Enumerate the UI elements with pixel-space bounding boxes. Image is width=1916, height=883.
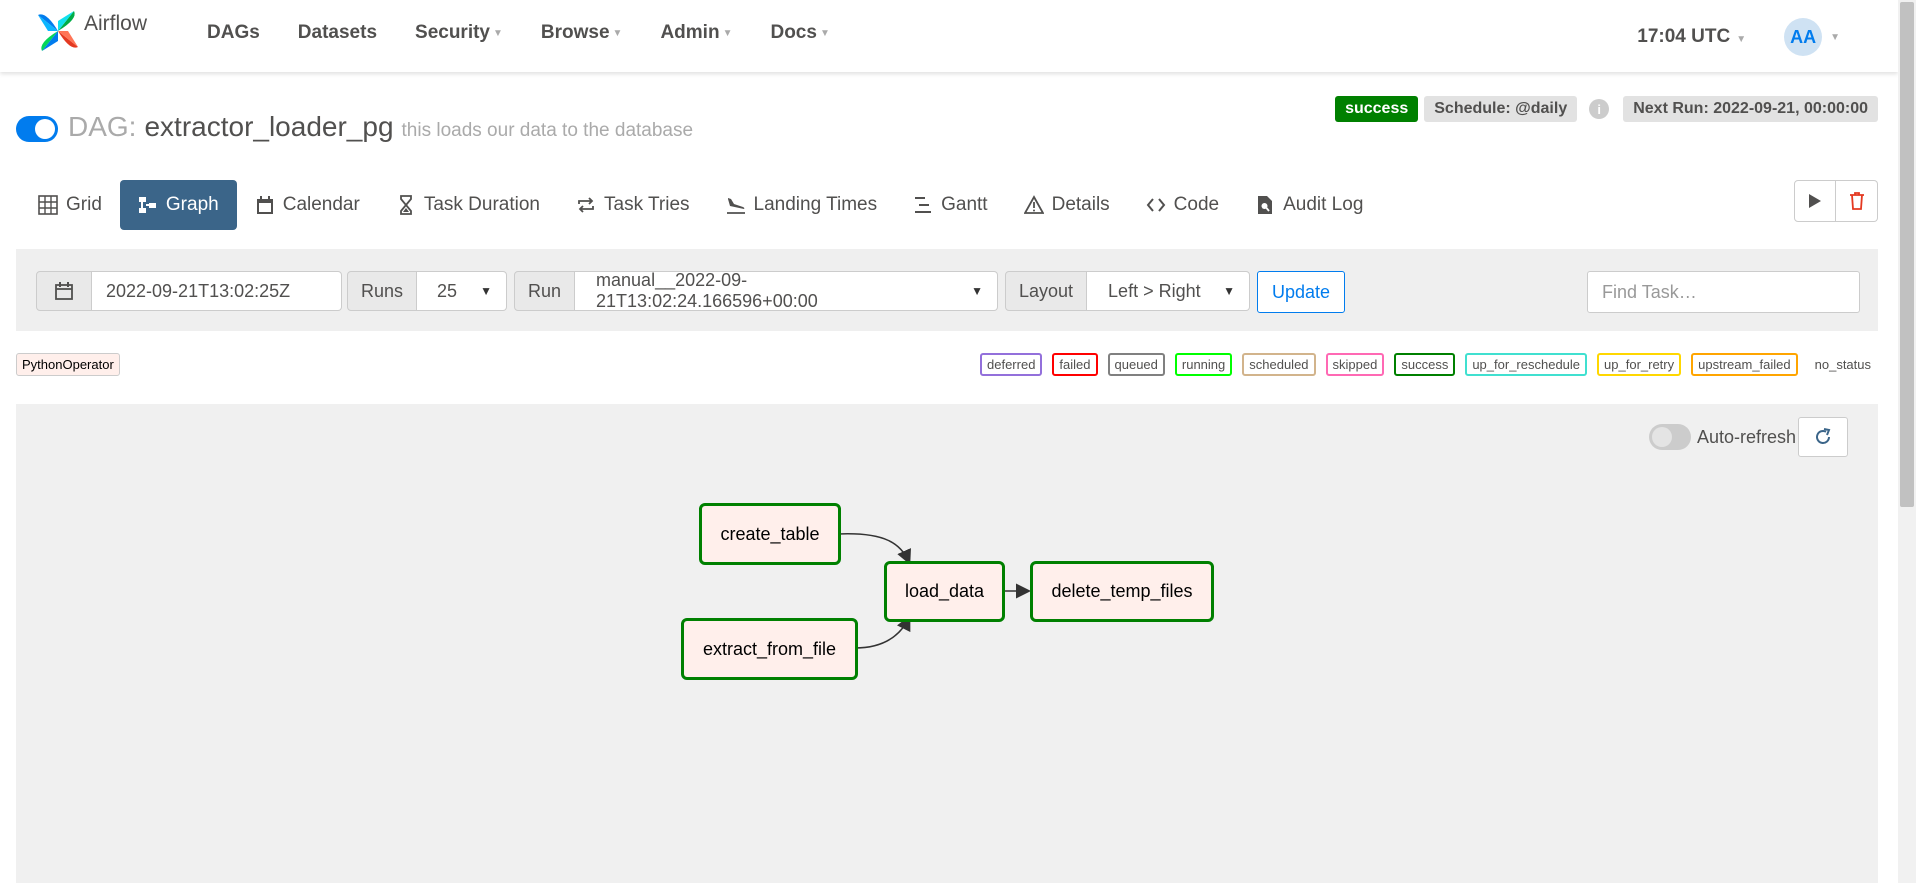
brand-name: Airflow <box>84 12 148 35</box>
dag-pause-toggle[interactable] <box>16 116 58 142</box>
warning-triangle-icon <box>1023 195 1044 214</box>
operator-legend-python[interactable]: PythonOperator <box>16 353 120 376</box>
nav-menu: DAGs Datasets Security ▼ Browse ▼ Admin ▼ D… <box>188 22 849 44</box>
graph-canvas[interactable]: Auto-refresh create_table extract_from_f… <box>16 404 1878 883</box>
legend-state-deferred[interactable]: deferred <box>980 353 1043 376</box>
base-date-input[interactable]: 2022-09-21T13:02:25Z <box>92 271 342 311</box>
dag-actions <box>1794 180 1878 222</box>
next-run-badge: Next Run: 2022-09-21, 00:00:00 <box>1623 96 1878 122</box>
chevron-down-icon: ▼ <box>480 284 493 298</box>
find-task-input[interactable]: Find Task… <box>1587 271 1860 313</box>
dag-id: extractor_loader_pg <box>144 111 394 142</box>
tab-gantt[interactable]: Gantt <box>895 180 1005 230</box>
graph-filter-bar: 2022-09-21T13:02:25Z Runs 25 ▼ Run manual… <box>16 249 1878 331</box>
nav-admin[interactable]: Admin ▼ <box>660 22 732 44</box>
legend-state-failed[interactable]: failed <box>1052 353 1098 376</box>
runs-label: Runs <box>347 271 418 311</box>
graph-edges <box>837 533 1031 649</box>
legend-state-queued[interactable]: queued <box>1107 353 1165 376</box>
graph-icon <box>138 197 156 213</box>
edge-create-table-to-load-data <box>837 533 911 565</box>
tab-task-duration[interactable]: Task Duration <box>378 180 558 230</box>
runs-group: Runs 25 ▼ <box>347 271 508 311</box>
state-legend: deferred failed queued running scheduled skip… <box>970 353 1878 376</box>
dag-header: DAG: extractor_loader_pg this loads our … <box>16 110 693 143</box>
plane-landing-icon <box>726 198 745 214</box>
delete-dag-button[interactable] <box>1836 180 1878 222</box>
repeat-icon <box>578 197 594 213</box>
dag-badges: success Schedule: @daily i Next Run: 202… <box>1329 96 1878 122</box>
task-node-create-table[interactable]: create_table <box>699 503 841 565</box>
view-tabs: Grid Graph Calendar Task Duration Task T… <box>20 180 1381 230</box>
chevron-down-icon: ▼ <box>1223 284 1236 298</box>
tab-details[interactable]: Details <box>1006 180 1128 230</box>
layout-group: Layout Left > Right ▼ <box>1005 271 1251 311</box>
scrollbar-thumb[interactable] <box>1900 2 1914 507</box>
nav-datasets[interactable]: Datasets <box>298 22 377 44</box>
caret-down-icon: ▼ <box>722 27 733 39</box>
hourglass-icon <box>399 195 412 215</box>
timezone-dropdown[interactable]: 17:04 UTC ▼ <box>1637 26 1746 48</box>
caret-down-icon: ▼ <box>1736 34 1747 45</box>
trash-icon <box>1849 192 1864 210</box>
run-label: Run <box>514 271 576 311</box>
grid-icon <box>38 195 58 215</box>
run-select[interactable]: manual__2022-09-21T13:02:24.166596+00:00… <box>575 270 999 311</box>
airflow-pinwheel-icon <box>38 11 78 51</box>
nav-browse[interactable]: Browse ▼ <box>541 22 623 44</box>
user-avatar[interactable]: AA <box>1784 18 1823 56</box>
caret-down-icon: ▼ <box>493 27 503 39</box>
tab-calendar[interactable]: Calendar <box>237 180 378 230</box>
dag-label: DAG: <box>68 111 137 142</box>
layout-label: Layout <box>1005 271 1088 311</box>
nav-dags[interactable]: DAGs <box>207 22 260 44</box>
legend-state-scheduled[interactable]: scheduled <box>1242 353 1316 376</box>
update-button[interactable]: Update <box>1257 271 1346 313</box>
run-group: Run manual__2022-09-21T13:02:24.166596+0… <box>514 270 999 311</box>
layout-select[interactable]: Left > Right ▼ <box>1087 271 1251 311</box>
legend-state-up-for-reschedule[interactable]: up_for_reschedule <box>1465 353 1588 376</box>
code-icon <box>1146 198 1165 212</box>
legend-state-up-for-retry[interactable]: up_for_retry <box>1597 353 1682 376</box>
info-icon[interactable]: i <box>1589 99 1610 119</box>
tab-code[interactable]: Code <box>1128 180 1237 230</box>
legend-state-running[interactable]: running <box>1174 353 1233 376</box>
task-node-load-data[interactable]: load_data <box>884 561 1005 622</box>
nav-right: 17:04 UTC ▼ AA ▼ <box>1637 18 1840 56</box>
legend-state-upstream-failed[interactable]: upstream_failed <box>1691 353 1798 376</box>
tab-audit-log[interactable]: Audit Log <box>1237 180 1381 230</box>
runs-select[interactable]: 25 ▼ <box>417 271 508 311</box>
legend-state-success[interactable]: success <box>1394 353 1456 376</box>
legend-state-no-status[interactable]: no_status <box>1807 353 1878 376</box>
chevron-down-icon: ▼ <box>971 284 984 298</box>
legend-state-skipped[interactable]: skipped <box>1325 353 1385 376</box>
brand-logo[interactable]: Airflow <box>34 7 147 55</box>
top-navbar: Airflow DAGs Datasets Security ▼ Browse ▼ … <box>0 0 1898 72</box>
gantt-icon <box>915 197 932 213</box>
caret-down-icon: ▼ <box>612 27 623 39</box>
schedule-badge: Schedule: @daily <box>1424 96 1578 122</box>
dag-status-badge: success <box>1335 96 1419 122</box>
dag-description: this loads our data to the database <box>401 120 694 141</box>
calendar-icon <box>256 196 273 214</box>
calendar-icon <box>55 282 73 300</box>
base-date-group: 2022-09-21T13:02:25Z <box>36 271 342 311</box>
caret-down-icon: ▼ <box>819 27 830 39</box>
task-node-delete-temp-files[interactable]: delete_temp_files <box>1030 561 1214 622</box>
play-icon <box>1809 194 1821 208</box>
tab-task-tries[interactable]: Task Tries <box>558 180 708 230</box>
nav-security[interactable]: Security ▼ <box>415 22 503 44</box>
date-picker-button[interactable] <box>36 271 92 311</box>
page-scrollbar[interactable] <box>1898 0 1916 883</box>
caret-down-icon[interactable]: ▼ <box>1830 32 1840 43</box>
nav-docs[interactable]: Docs ▼ <box>770 22 829 44</box>
tab-landing-times[interactable]: Landing Times <box>708 180 896 230</box>
file-search-icon <box>1258 196 1273 214</box>
task-node-extract-from-file[interactable]: extract_from_file <box>681 618 858 680</box>
edge-extract-from-file-to-load-data <box>854 615 911 649</box>
tab-grid[interactable]: Grid <box>20 180 120 230</box>
trigger-dag-button[interactable] <box>1794 180 1836 222</box>
tab-graph[interactable]: Graph <box>119 180 237 230</box>
